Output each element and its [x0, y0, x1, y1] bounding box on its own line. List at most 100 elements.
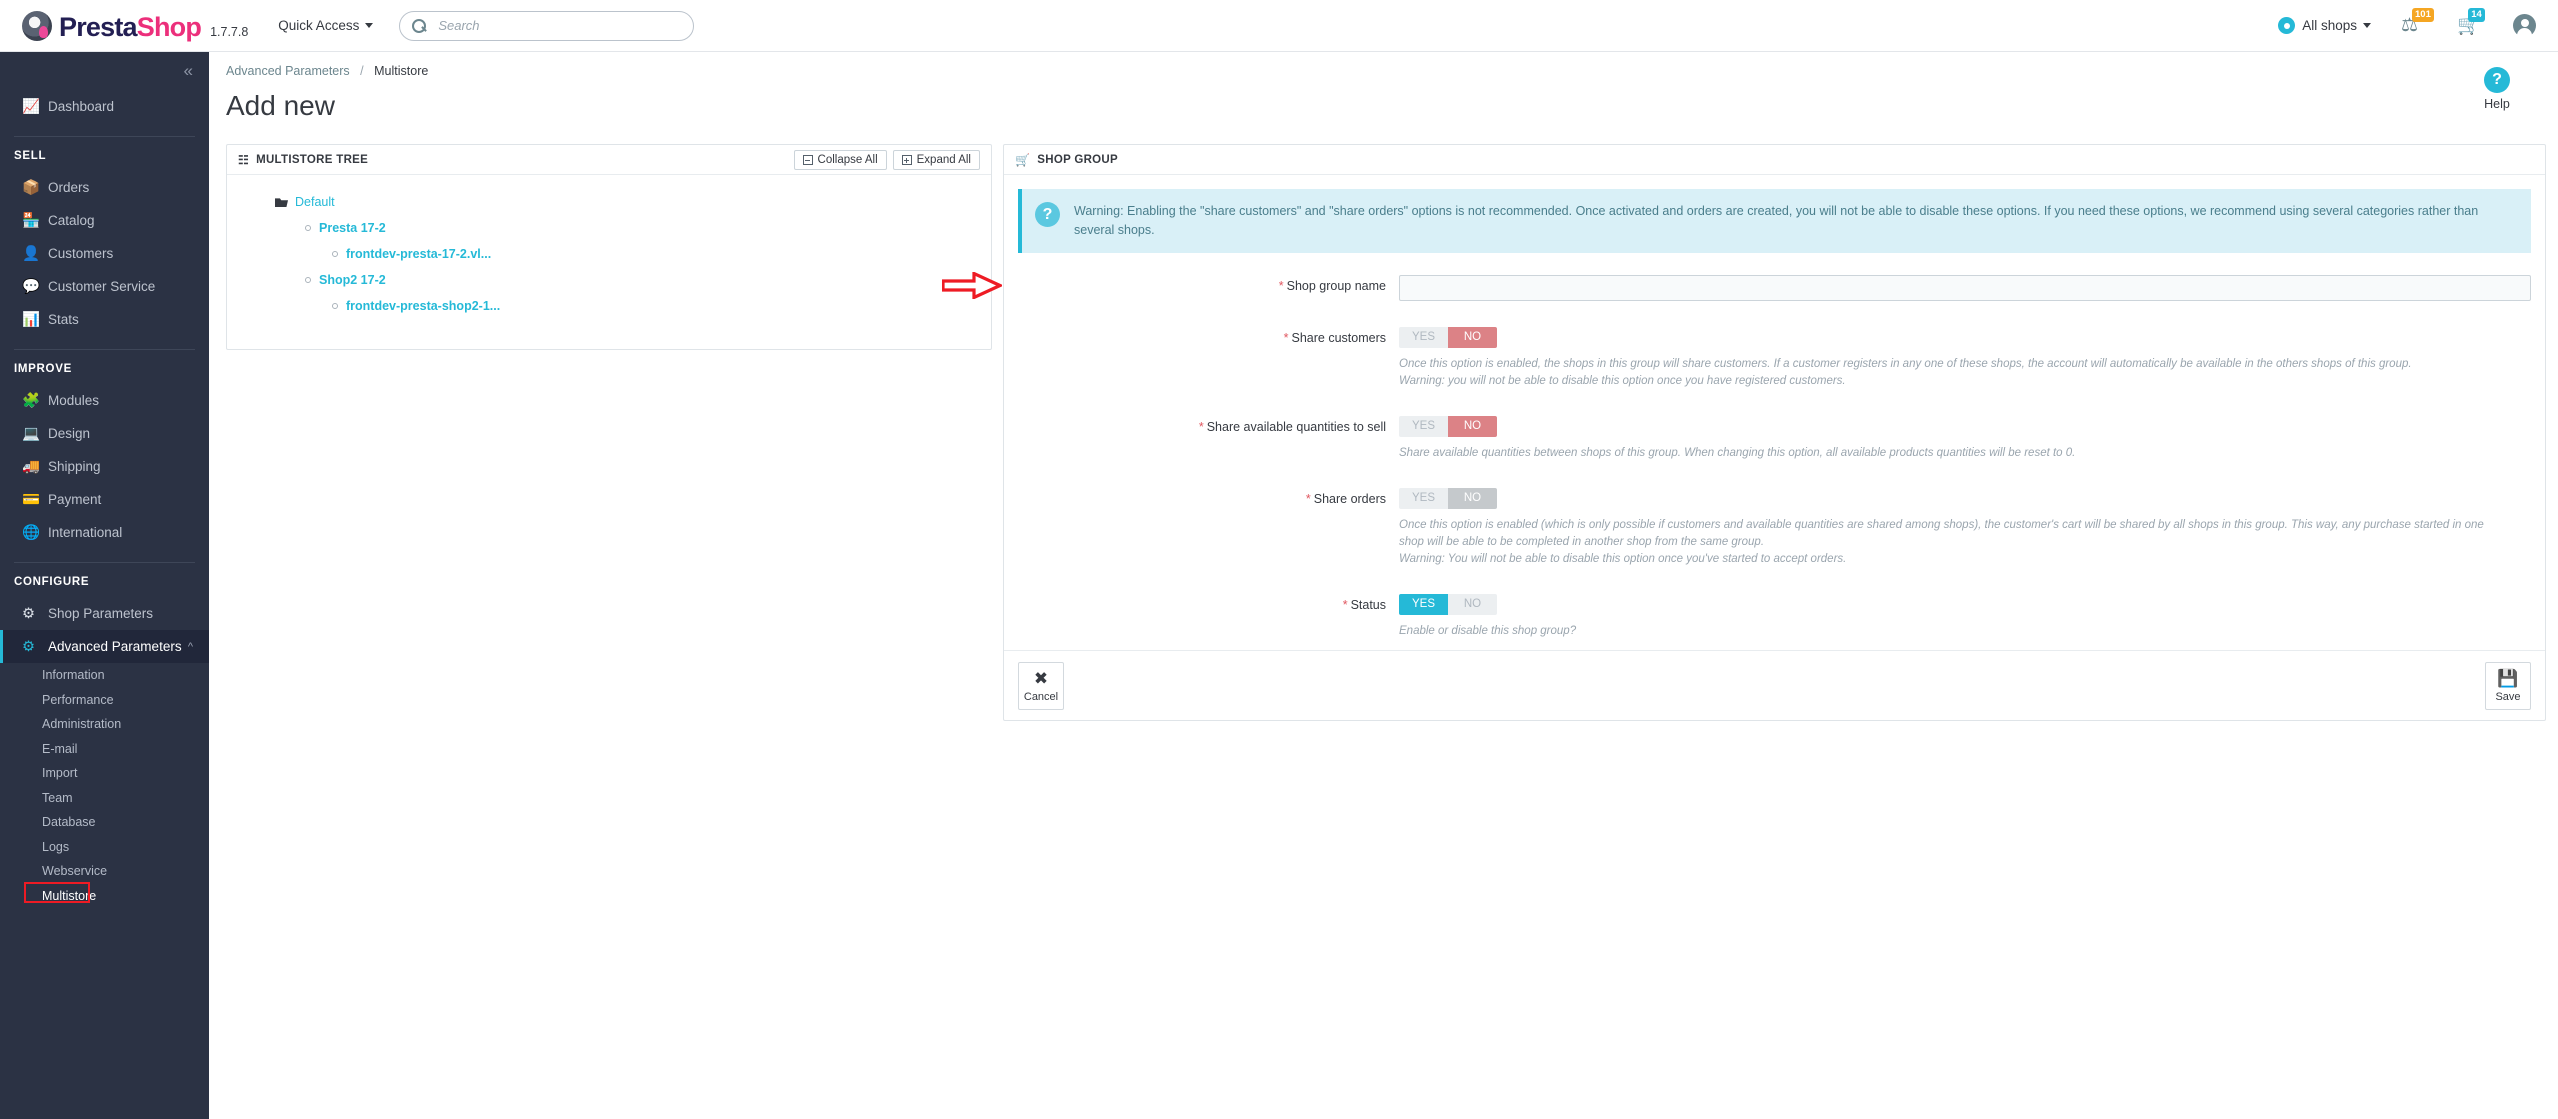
- sidebar-item-stats[interactable]: 📊 Stats: [0, 303, 209, 336]
- share-customers-toggle[interactable]: YES NO: [1399, 327, 1497, 348]
- row-spacer: [1004, 305, 2545, 327]
- main-sidebar: « 📈 Dashboard SELL 📦 Orders 🏪 Catalog 👤 …: [0, 52, 209, 1119]
- sidebar-subitem-email[interactable]: E-mail: [0, 737, 209, 762]
- tree-node-root[interactable]: Default: [227, 189, 991, 215]
- cart-notification-button[interactable]: 🛒 14: [2457, 7, 2485, 39]
- collapse-all-button[interactable]: Collapse All: [793, 149, 887, 170]
- search-box[interactable]: [399, 10, 695, 41]
- breadcrumb-parent[interactable]: Advanced Parameters: [226, 64, 350, 78]
- search-icon: [412, 18, 427, 33]
- hint-line: Warning: you will not be able to disable…: [1399, 375, 1846, 387]
- collapse-sidebar-button[interactable]: «: [184, 61, 194, 81]
- sidebar-item-dashboard[interactable]: 📈 Dashboard: [0, 90, 209, 123]
- share-customers-control: YES NO Once this option is enabled, the …: [1399, 327, 2545, 390]
- share-quantities-no-option[interactable]: NO: [1448, 416, 1497, 437]
- quick-access-label: Quick Access: [278, 18, 360, 33]
- sidebar-item-payment[interactable]: 💳 Payment: [0, 483, 209, 516]
- sidebar-subitem-performance[interactable]: Performance: [0, 688, 209, 713]
- sidebar-subitem-label: Administration: [42, 717, 122, 732]
- multistore-tree-panel: ☷ MULTISTORE TREE Collapse All Expand Al…: [226, 144, 992, 350]
- field-label-text: Shop group name: [1286, 279, 1386, 293]
- shopping-cart-icon: 🛒: [1015, 152, 1031, 167]
- tree-node-label: frontdev-presta-shop2-1...: [346, 299, 501, 313]
- sidebar-subitem-webservice[interactable]: Webservice: [0, 859, 209, 884]
- sidebar-item-label: Shipping: [48, 459, 101, 474]
- orders-badge-count: 101: [2412, 7, 2434, 22]
- chevron-up-icon: ^: [187, 640, 193, 653]
- required-asterisk: *: [1198, 420, 1204, 434]
- sidebar-item-catalog[interactable]: 🏪 Catalog: [0, 204, 209, 237]
- sidebar-subitem-label: Logs: [42, 839, 70, 854]
- question-mark-icon: ?: [1035, 202, 1060, 227]
- sidebar-item-label: Catalog: [48, 213, 95, 228]
- content-row: ☷ MULTISTORE TREE Collapse All Expand Al…: [209, 122, 2558, 721]
- sidebar-item-label: Modules: [48, 393, 100, 408]
- status-toggle[interactable]: YES NO: [1399, 594, 1497, 615]
- shop-group-name-input[interactable]: [1399, 275, 2531, 301]
- sidebar-item-advanced-parameters[interactable]: ⚙ Advanced Parameters ^: [0, 630, 209, 663]
- tree-node-shop-url-1[interactable]: frontdev-presta-17-2.vl...: [227, 241, 991, 267]
- shop-group-form-panel: 🛒 SHOP GROUP ? Warning: Enabling the "sh…: [941, 144, 2546, 721]
- field-label-text: Share customers: [1291, 331, 1386, 345]
- page-title: Add new: [226, 90, 335, 121]
- close-icon: ✖: [1033, 668, 1049, 688]
- sidebar-subitem-database[interactable]: Database: [0, 810, 209, 835]
- sidebar-subitem-team[interactable]: Team: [0, 786, 209, 811]
- sidebar-subitem-information[interactable]: Information: [0, 663, 209, 688]
- status-no-option[interactable]: NO: [1448, 594, 1497, 615]
- sidebar-item-modules[interactable]: 🧩 Modules: [0, 384, 209, 417]
- sidebar-item-design[interactable]: 💻 Design: [0, 417, 209, 450]
- sidebar-collapse-row: «: [0, 52, 209, 90]
- prestashop-logo[interactable]: PrestaShop 1.7.7.8: [22, 10, 248, 41]
- row-spacer: [1004, 394, 2545, 416]
- globe-icon: 🌐: [22, 525, 41, 541]
- field-label-text: Share orders: [1313, 492, 1386, 506]
- search-input[interactable]: [438, 18, 682, 33]
- monitor-icon: 💻: [22, 426, 41, 442]
- sidebar-subitem-administration[interactable]: Administration: [0, 712, 209, 737]
- header-right-tools: All shops ⚖ 101 🛒 14: [2278, 7, 2558, 39]
- share-quantities-toggle[interactable]: YES NO: [1399, 416, 1497, 437]
- share-customers-no-option[interactable]: NO: [1448, 327, 1497, 348]
- expand-all-button[interactable]: Expand All: [892, 149, 980, 170]
- share-quantities-yes-option[interactable]: YES: [1399, 416, 1448, 437]
- sidebar-item-customers[interactable]: 👤 Customers: [0, 237, 209, 270]
- all-shops-selector[interactable]: All shops: [2278, 17, 2371, 34]
- bullet-icon: [305, 277, 311, 283]
- sidebar-item-shipping[interactable]: 🚚 Shipping: [0, 450, 209, 483]
- sidebar-divider: [14, 136, 195, 137]
- sidebar-item-label: Payment: [48, 492, 102, 507]
- help-button[interactable]: ? Help: [2468, 67, 2526, 111]
- required-asterisk: *: [1283, 331, 1289, 345]
- sidebar-item-label: Design: [48, 426, 91, 441]
- sidebar-item-orders[interactable]: 📦 Orders: [0, 171, 209, 204]
- status-yes-option[interactable]: YES: [1399, 594, 1448, 615]
- sidebar-subitem-logs[interactable]: Logs: [0, 835, 209, 860]
- save-button[interactable]: 💾 Save: [2485, 661, 2531, 710]
- sidebar-item-international[interactable]: 🌐 International: [0, 516, 209, 549]
- sidebar-subitem-import[interactable]: Import: [0, 761, 209, 786]
- user-avatar-button[interactable]: [2513, 14, 2536, 37]
- hint-line: shop will be able to be completed in ano…: [1399, 536, 1765, 548]
- logo-text: PrestaShop: [59, 13, 202, 41]
- sidebar-item-label: International: [48, 525, 123, 540]
- share-orders-no-option: NO: [1448, 488, 1497, 509]
- status-label: * Status: [1004, 594, 1399, 640]
- quick-access-menu[interactable]: Quick Access: [278, 18, 374, 33]
- sidebar-item-shop-parameters[interactable]: ⚙ Shop Parameters: [0, 597, 209, 630]
- tree-node-shop-url-2[interactable]: frontdev-presta-shop2-1...: [227, 293, 991, 319]
- tree-node-shop-group-2[interactable]: Shop2 17-2: [227, 267, 991, 293]
- tree-node-shop-group-1[interactable]: Presta 17-2: [227, 215, 991, 241]
- hint-line: Once this option is enabled, the shops i…: [1399, 358, 2412, 370]
- sidebar-subitem-multistore[interactable]: Multistore: [0, 881, 209, 909]
- share-quantities-control: YES NO Share available quantities betwee…: [1399, 416, 2545, 462]
- required-asterisk: *: [1305, 492, 1311, 506]
- orders-notification-button[interactable]: ⚖ 101: [2401, 7, 2434, 39]
- help-label: Help: [2484, 97, 2510, 111]
- sidebar-item-customer-service[interactable]: 💬 Customer Service: [0, 270, 209, 303]
- status-hint: Enable or disable this shop group?: [1399, 623, 2531, 640]
- cancel-button[interactable]: ✖ Cancel: [1018, 661, 1064, 710]
- share-orders-toggle: YES NO: [1399, 488, 1497, 509]
- share-orders-hint: Once this option is enabled (which is on…: [1399, 517, 2531, 568]
- share-customers-yes-option[interactable]: YES: [1399, 327, 1448, 348]
